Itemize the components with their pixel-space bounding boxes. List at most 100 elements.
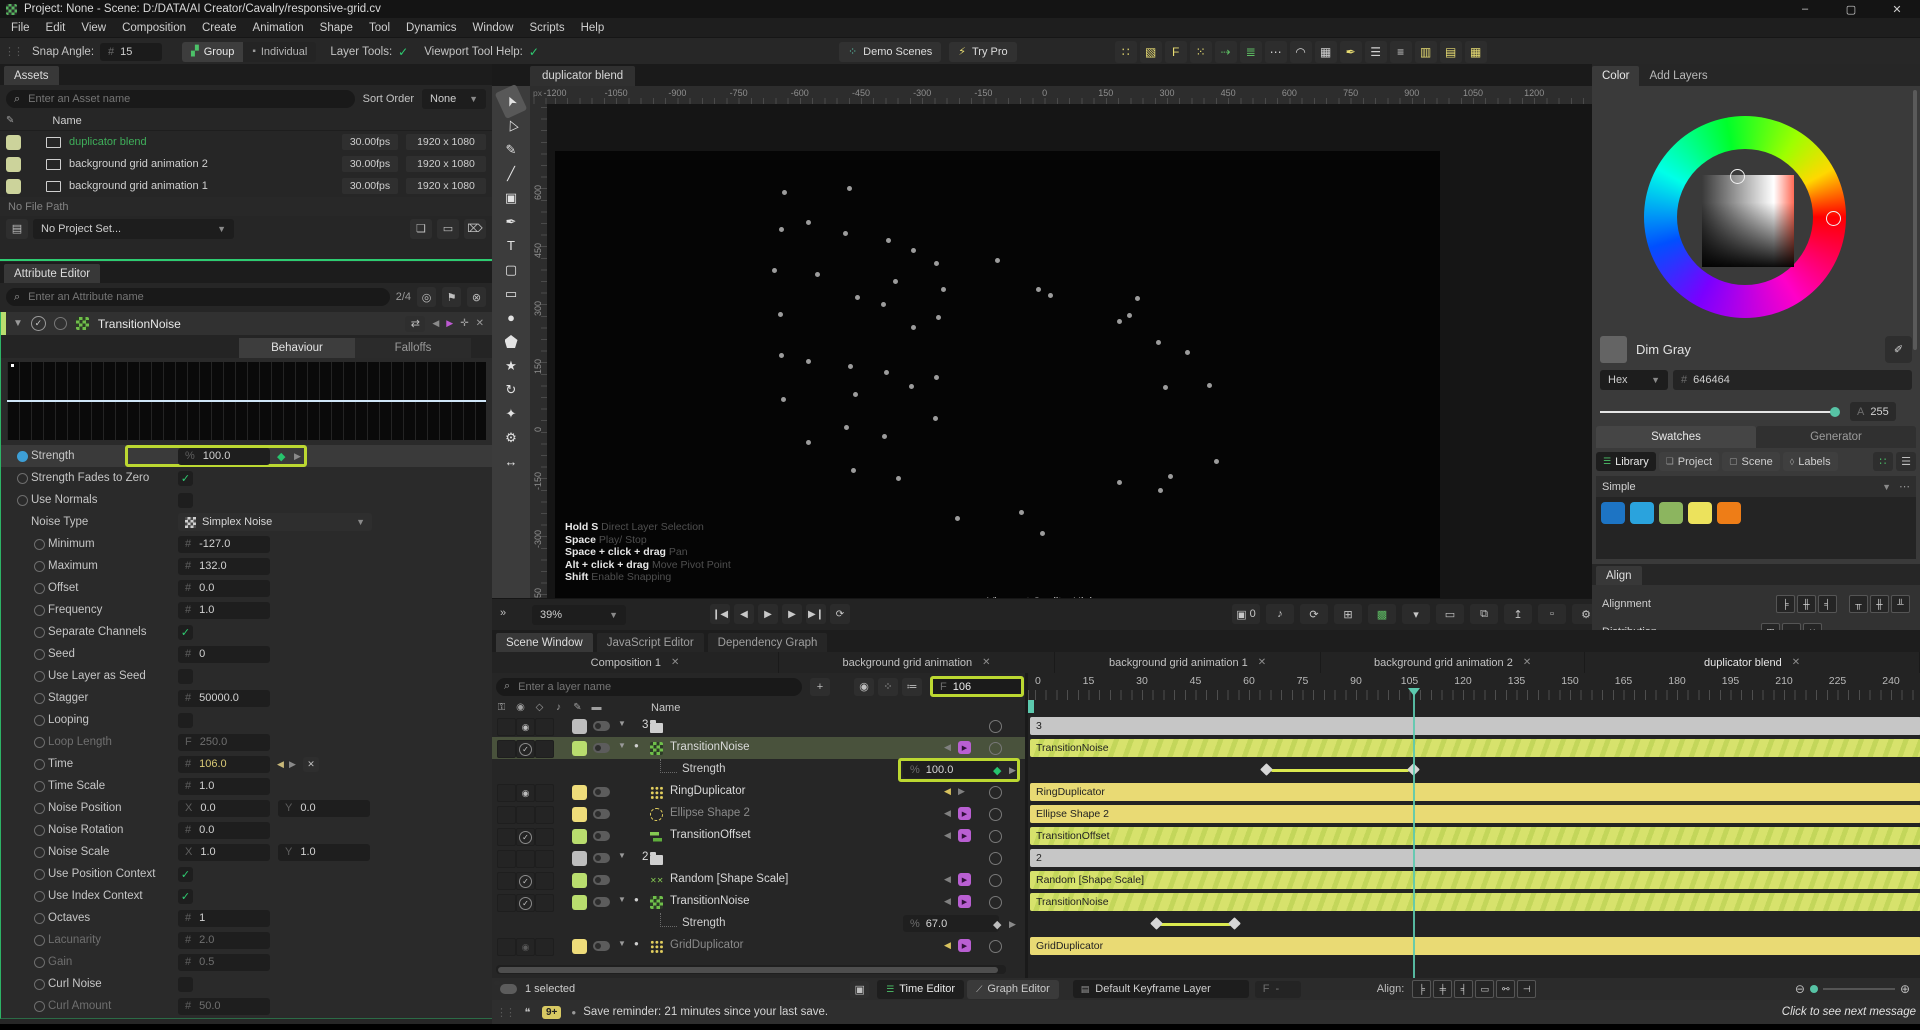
eyedropper-icon[interactable]: ✐: [1885, 336, 1912, 363]
timeline-bar[interactable]: Ellipse Shape 2: [1030, 805, 1920, 823]
solo-filter-icon[interactable]: ◉: [854, 677, 874, 696]
align-horizontal-icon[interactable]: ╡: [1818, 595, 1837, 613]
keyframe-diamond[interactable]: [1149, 917, 1163, 930]
layer-toggle[interactable]: [593, 941, 610, 951]
previous-keyframe-icon[interactable]: ◀: [277, 759, 284, 770]
layer-color-chip[interactable]: [572, 719, 587, 734]
attribute-checkbox[interactable]: [178, 492, 193, 508]
quality-dropdown[interactable]: ▾: [1402, 604, 1430, 624]
attribute-radio[interactable]: [34, 604, 45, 616]
snap-angle-field[interactable]: # 15: [100, 42, 163, 61]
enabled-check-icon[interactable]: ✓: [519, 742, 532, 756]
close-tab-icon[interactable]: ✕: [1258, 657, 1266, 668]
menu-file[interactable]: File: [3, 18, 38, 37]
layer-toggle[interactable]: [593, 875, 610, 885]
layer-row[interactable]: ✓ ▼ ● TransitionNoise ◀ ▶: [492, 891, 1025, 913]
previous-frame-button[interactable]: ◀: [734, 604, 754, 624]
attribute-value-field[interactable]: #106.0: [178, 755, 270, 773]
arc-icon[interactable]: ◠: [1289, 40, 1312, 63]
keyframe-diamond-icon[interactable]: ◆: [993, 918, 1001, 931]
layer-row[interactable]: ◉ ▼ 3: [492, 715, 1025, 737]
layer-circle-toggle[interactable]: [989, 896, 1002, 909]
attribute-radio[interactable]: [17, 494, 28, 506]
attribute-checkbox[interactable]: [178, 976, 193, 992]
layer-circle-toggle[interactable]: [989, 830, 1002, 843]
next-keyframe-icon[interactable]: ▶: [958, 829, 971, 842]
close-tab-icon[interactable]: ✕: [982, 657, 990, 668]
group-mode-button[interactable]: ▞ Group: [182, 41, 244, 62]
attribute-value-field[interactable]: #0.5: [178, 953, 270, 971]
refresh-button[interactable]: ⟳: [1300, 604, 1328, 624]
comp-tab[interactable]: background grid animation 1 ✕: [1055, 652, 1322, 673]
previous-keyframe-icon[interactable]: ◀: [944, 742, 951, 753]
tab-swatches[interactable]: Swatches: [1596, 426, 1756, 448]
expand-chevron-icon[interactable]: ▼: [618, 939, 626, 948]
attribute-radio[interactable]: [34, 560, 45, 572]
layer-row[interactable]: ✓ ▼ ● TransitionNoise ◀ ▶: [492, 737, 1025, 759]
timeline-track[interactable]: TransitionNoise: [1028, 737, 1920, 759]
align-vertical-icon[interactable]: ╥: [1849, 595, 1868, 613]
screen-button[interactable]: ▭: [1436, 604, 1464, 624]
focus-button[interactable]: ▣: [850, 980, 870, 998]
loop-button[interactable]: ⟳: [830, 604, 850, 624]
draw-tool[interactable]: ✎: [497, 138, 525, 161]
attribute-radio[interactable]: [34, 956, 45, 968]
menu-window[interactable]: Window: [465, 18, 522, 37]
project-settings-icon[interactable]: ▤: [6, 218, 28, 239]
comp-tab[interactable]: background grid animation ✕: [779, 652, 1056, 673]
keyframe-align-icon[interactable]: ╡: [1454, 980, 1474, 998]
next-keyframe-icon[interactable]: ▶: [446, 318, 453, 329]
lib-tab-labels[interactable]: ◊ Labels: [1782, 452, 1838, 471]
layer-cell[interactable]: [535, 850, 554, 868]
layer-cell[interactable]: [497, 784, 516, 802]
align-rows-icon[interactable]: ☰: [1364, 40, 1387, 63]
zoom-out-icon[interactable]: ⊖: [1795, 982, 1805, 996]
attribute-dot-icon[interactable]: ●: [634, 939, 639, 948]
scatter-icon[interactable]: ⁙: [1189, 40, 1212, 63]
timeline-track[interactable]: GridDuplicator: [1028, 935, 1920, 957]
layer-row[interactable]: ✓ TransitionOffset ◀ ▶: [492, 825, 1025, 847]
magic-filter-icon[interactable]: ⁘: [878, 677, 898, 696]
messages-icon[interactable]: ❝: [518, 1003, 537, 1021]
viewport-tool-help-check-icon[interactable]: ✓: [529, 45, 539, 59]
try-pro-button[interactable]: ⚡ Try Pro: [949, 41, 1017, 62]
layer-color-chip[interactable]: [572, 873, 587, 888]
layer-cell[interactable]: [535, 740, 554, 758]
timeline-bar[interactable]: 2: [1030, 849, 1920, 867]
attribute-radio[interactable]: [34, 648, 45, 660]
layer-row[interactable]: Ellipse Shape 2 ◀ ▶: [492, 803, 1025, 825]
expand-chevron-icon[interactable]: ▼: [618, 741, 626, 750]
color-swatch[interactable]: [1659, 502, 1683, 524]
layer-cell[interactable]: [535, 828, 554, 846]
layer-color-chip[interactable]: [572, 895, 587, 910]
tab-javascript-editor[interactable]: JavaScript Editor: [596, 633, 704, 652]
attribute-value-field[interactable]: #2.0: [178, 931, 270, 949]
layer-cell[interactable]: ◉: [516, 718, 535, 736]
color-swatch[interactable]: [1601, 502, 1625, 524]
audio-mute-button[interactable]: ♪: [1266, 604, 1294, 624]
current-color-swatch[interactable]: [1600, 336, 1627, 363]
layer-cell[interactable]: [535, 718, 554, 736]
layer-search[interactable]: ⌕: [496, 677, 802, 696]
timeline-track[interactable]: Random [Shape Scale]: [1028, 869, 1920, 891]
attribute-value-field[interactable]: #0.0: [178, 579, 270, 597]
close-tab-icon[interactable]: ✕: [1523, 657, 1531, 668]
layer-color-chip[interactable]: [572, 741, 587, 756]
timeline-bar[interactable]: TransitionOffset: [1030, 827, 1920, 845]
layer-search-input[interactable]: [516, 679, 794, 694]
previous-keyframe-icon[interactable]: ◀: [944, 808, 951, 819]
attribute-value-field[interactable]: #1.0: [178, 777, 270, 795]
layer-cell[interactable]: ✓: [516, 894, 535, 912]
lib-tab-library[interactable]: ☰ Library: [1596, 452, 1656, 471]
timeline-track[interactable]: 2: [1028, 847, 1920, 869]
layers-dropdown[interactable]: ⧉: [1470, 604, 1498, 624]
folder-icon[interactable]: ❏: [410, 218, 432, 239]
menu-animation[interactable]: Animation: [245, 18, 312, 37]
search-highlight-icon[interactable]: ◎: [417, 287, 436, 307]
attribute-radio[interactable]: [34, 890, 45, 902]
layer-circle-toggle[interactable]: [989, 720, 1002, 733]
panel-splitter[interactable]: [0, 259, 492, 261]
star-tool[interactable]: ★: [497, 354, 525, 377]
grid-cells-icon[interactable]: ▦: [1464, 40, 1487, 63]
expand-chevron-icon[interactable]: ▼: [618, 895, 626, 904]
